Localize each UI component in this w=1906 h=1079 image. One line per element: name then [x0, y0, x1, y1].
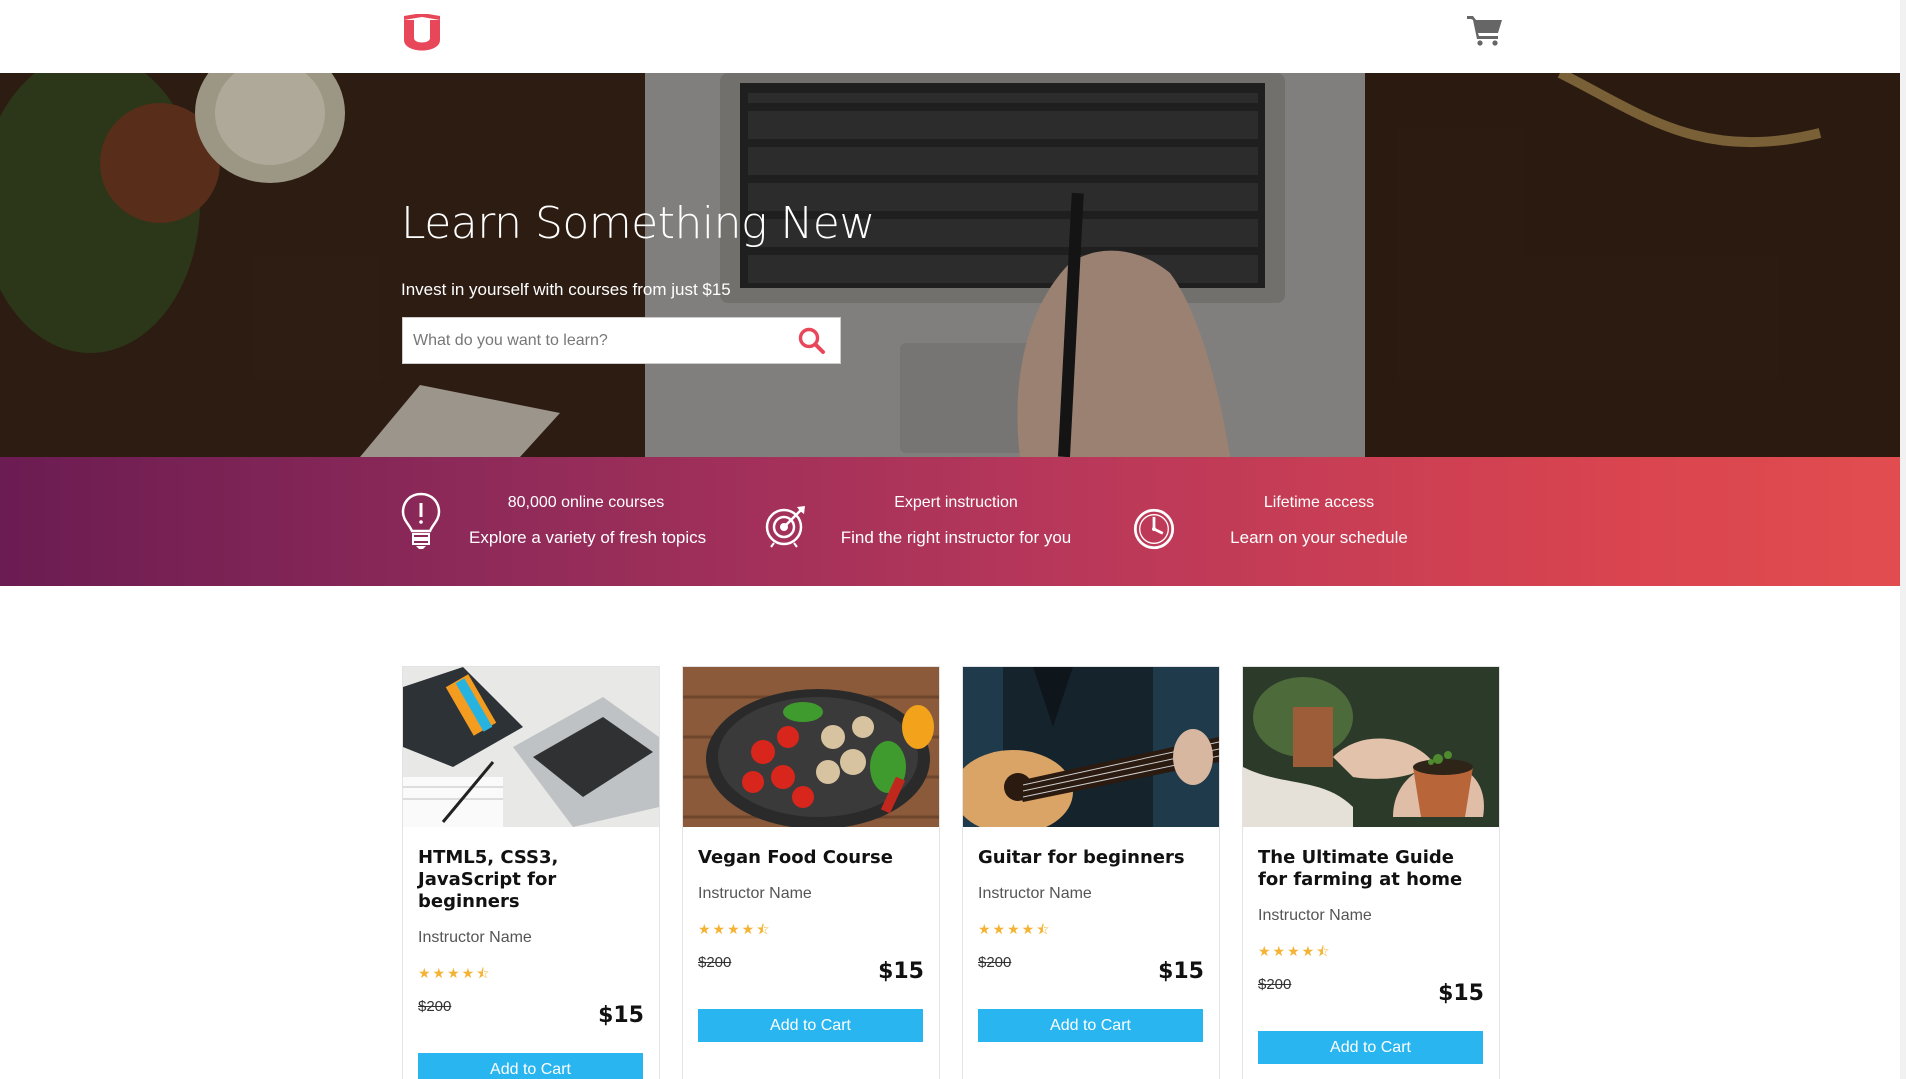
lightbulb-icon [401, 492, 441, 549]
hero-banner: Learn Something New Invest in yourself w… [0, 73, 1906, 457]
feature-description: Explore a variety of fresh topics [469, 528, 707, 547]
feature-title: 80,000 online courses [507, 494, 665, 511]
feature-courses: 80,000 online courses Explore a variety … [0, 457, 730, 586]
course-card[interactable]: Guitar for beginners Instructor Name ★★★… [962, 666, 1220, 1079]
course-price: $15 [1158, 959, 1204, 984]
navbar [0, 0, 1906, 73]
add-to-cart-button[interactable]: Add to Cart [978, 1009, 1203, 1042]
course-instructor: Instructor Name [978, 885, 1092, 902]
add-to-cart-button[interactable]: Add to Cart [418, 1053, 643, 1079]
hero-overlay [0, 73, 1906, 457]
course-price: $15 [1438, 981, 1484, 1006]
course-thumbnail-guitar [963, 667, 1219, 827]
rating-stars-icon: ★★★★⯪ [418, 965, 492, 981]
feature-description: Find the right instructor for you [840, 528, 1072, 547]
search-icon[interactable] [796, 325, 828, 357]
hero-title: Learn Something New [401, 198, 875, 249]
course-old-price: $200 [978, 954, 1012, 971]
shopping-cart-icon[interactable] [1467, 14, 1503, 46]
course-instructor: Instructor Name [1258, 907, 1372, 924]
feature-access: Lifetime access Learn on your schedule [1100, 457, 1470, 586]
course-card[interactable]: HTML5, CSS3, JavaScript for beginners In… [402, 666, 660, 1079]
course-old-price: $200 [418, 998, 452, 1015]
hero-subtitle: Invest in yourself with courses from jus… [401, 280, 731, 299]
add-to-cart-button[interactable]: Add to Cart [1258, 1031, 1483, 1064]
search-box [402, 317, 841, 364]
course-price: $15 [878, 959, 924, 984]
rating-stars-icon: ★★★★⯪ [698, 921, 772, 937]
course-card[interactable]: Vegan Food Course Instructor Name ★★★★⯪ … [682, 666, 940, 1079]
udemy-logo[interactable] [401, 14, 443, 54]
target-icon [765, 506, 805, 548]
course-title[interactable]: Guitar for beginners [978, 847, 1208, 869]
rating-stars-icon: ★★★★⯪ [1258, 943, 1332, 959]
course-card[interactable]: The Ultimate Guide for farming at home I… [1242, 666, 1500, 1079]
course-instructor: Instructor Name [418, 929, 532, 946]
course-thumbnail-farming [1243, 667, 1499, 827]
course-old-price: $200 [1258, 976, 1292, 993]
clock-icon [1133, 508, 1175, 550]
page-scrollbar[interactable] [1900, 0, 1906, 1079]
feature-title: Expert instruction [894, 494, 1018, 511]
course-title[interactable]: Vegan Food Course [698, 847, 928, 869]
course-instructor: Instructor Name [698, 885, 812, 902]
course-price: $15 [598, 1003, 644, 1028]
feature-title: Lifetime access [1263, 494, 1375, 511]
course-thumbnail-html [403, 667, 659, 827]
feature-description: Learn on your schedule [1230, 528, 1408, 547]
add-to-cart-button[interactable]: Add to Cart [698, 1009, 923, 1042]
rating-stars-icon: ★★★★⯪ [978, 921, 1052, 937]
search-input[interactable] [403, 318, 783, 363]
course-title[interactable]: The Ultimate Guide for farming at home [1258, 847, 1488, 891]
feature-instruction: Expert instruction Find the right instru… [730, 457, 1100, 586]
features-band: 80,000 online courses Explore a variety … [0, 457, 1906, 586]
course-old-price: $200 [698, 954, 732, 971]
course-thumbnail-vegan [683, 667, 939, 827]
course-title[interactable]: HTML5, CSS3, JavaScript for beginners [418, 847, 648, 913]
